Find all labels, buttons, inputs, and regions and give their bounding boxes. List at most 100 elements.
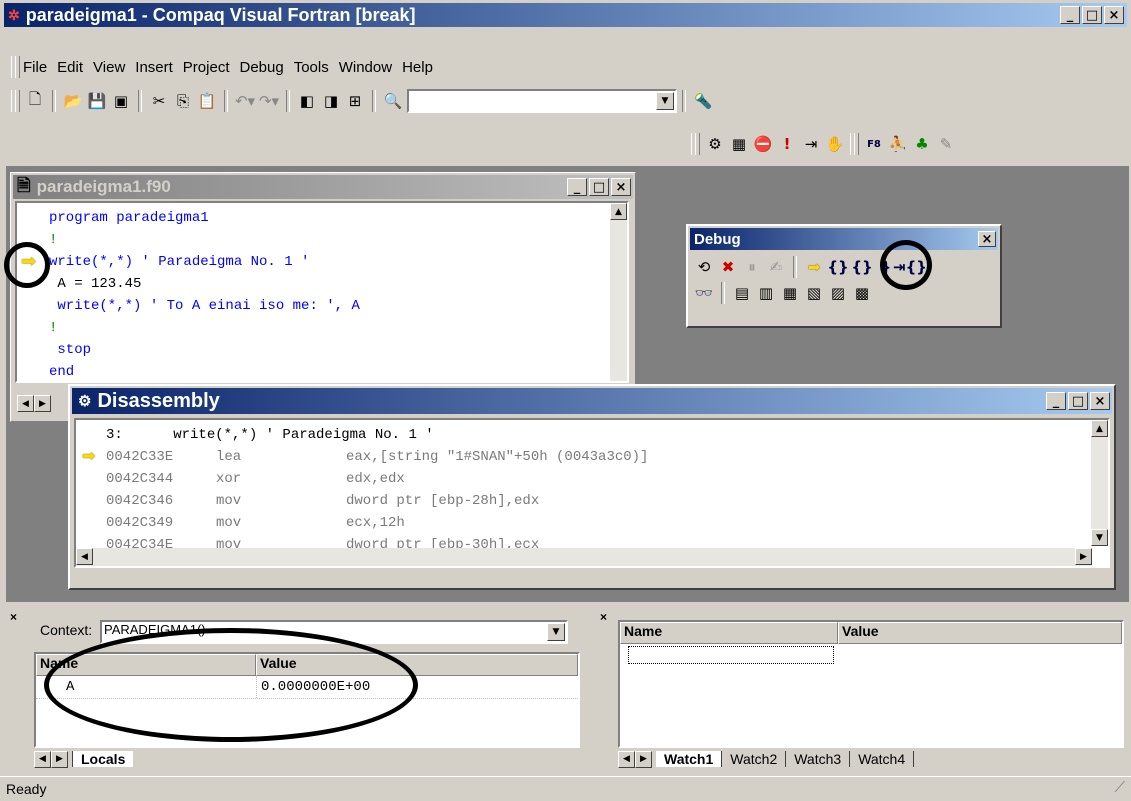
execute-icon[interactable]: ! bbox=[776, 133, 798, 155]
restart-icon[interactable]: ⟲ bbox=[693, 256, 715, 278]
build-icon[interactable]: ▦ bbox=[728, 133, 750, 155]
watch-new-entry[interactable] bbox=[628, 646, 834, 664]
find-combo-dropdown-icon[interactable]: ▼ bbox=[656, 92, 674, 110]
disassembly-op: mov bbox=[216, 515, 242, 531]
menu-item-view[interactable]: View bbox=[93, 59, 125, 76]
standard-toolbar: 🗋 📂 💾 ▣ ✂ ⎘ 📋 ↶▾ ↷▾ ◧ ◨ ⊞ 🔍 ▼ 🔦 bbox=[8, 87, 715, 115]
menu-item-file[interactable]: File bbox=[23, 59, 47, 76]
paste-icon[interactable]: 📋 bbox=[196, 90, 218, 112]
disassembly-maximize-button[interactable]: □ bbox=[1068, 392, 1088, 410]
tab-watch3[interactable]: Watch3 bbox=[786, 751, 851, 767]
apply-code-changes-icon[interactable]: ✍ bbox=[765, 256, 787, 278]
disassembly-horizontal-scrollbar[interactable]: ◀ ▶ bbox=[76, 548, 1092, 566]
context-dropdown-icon[interactable]: ▼ bbox=[547, 623, 565, 641]
window-title: paradeigma1 - Compaq Visual Fortran [bre… bbox=[25, 4, 416, 25]
close-button[interactable]: × bbox=[1104, 6, 1124, 24]
context-label: Context: bbox=[40, 622, 93, 638]
wizard-icon[interactable]: ⛹ bbox=[887, 133, 909, 155]
watch-col-value[interactable]: Value bbox=[838, 622, 1122, 644]
annotation-circle-step-into bbox=[880, 240, 932, 290]
quickwatch-icon[interactable]: 👓 bbox=[693, 282, 715, 304]
dis-scroll-left-icon[interactable]: ◀ bbox=[76, 548, 93, 565]
menu-item-window[interactable]: Window bbox=[339, 59, 392, 76]
menu-item-help[interactable]: Help bbox=[402, 59, 433, 76]
menu-item-debug[interactable]: Debug bbox=[239, 59, 283, 76]
save-all-icon[interactable]: ▣ bbox=[110, 90, 132, 112]
f8-icon[interactable]: F8 bbox=[863, 133, 885, 155]
memory-window-icon[interactable]: ▧ bbox=[803, 282, 825, 304]
debug-toolbar-close-button[interactable]: × bbox=[978, 231, 996, 247]
scroll-up-icon[interactable]: ▲ bbox=[610, 203, 627, 220]
go-icon[interactable]: ⇥ bbox=[800, 133, 822, 155]
compile-icon[interactable]: ⚙ bbox=[704, 133, 726, 155]
resize-grip-icon[interactable]: ⟋ bbox=[1114, 779, 1125, 796]
maximize-button[interactable]: □ bbox=[1082, 6, 1102, 24]
locals-tab-right-icon[interactable]: ▶ bbox=[51, 750, 68, 768]
watch-tab-right-icon[interactable]: ▶ bbox=[635, 750, 652, 768]
step-into-icon[interactable]: {} bbox=[827, 256, 849, 278]
disassembly-minimize-button[interactable]: _ bbox=[1046, 392, 1066, 410]
output-icon[interactable]: ◨ bbox=[320, 90, 342, 112]
editor-maximize-button[interactable]: □ bbox=[589, 178, 609, 196]
save-icon[interactable]: 💾 bbox=[86, 90, 108, 112]
dis-scroll-up-icon[interactable]: ▲ bbox=[1091, 420, 1108, 437]
stop-debugging-icon[interactable]: ✖ bbox=[717, 256, 739, 278]
find-in-files-icon[interactable]: 🔍 bbox=[382, 90, 404, 112]
disassembly-addr: 0042C33E bbox=[106, 449, 174, 465]
watch-pane-close-icon[interactable]: × bbox=[600, 610, 607, 624]
call-stack-window-icon[interactable]: ▨ bbox=[827, 282, 849, 304]
copy-icon[interactable]: ⎘ bbox=[172, 90, 194, 112]
new-file-icon[interactable]: 🗋 bbox=[24, 90, 46, 112]
status-text: Ready bbox=[6, 781, 47, 797]
disassembly-window-icon[interactable]: ▩ bbox=[851, 282, 873, 304]
watch-col-name[interactable]: Name bbox=[620, 622, 838, 644]
cut-icon[interactable]: ✂ bbox=[148, 90, 170, 112]
show-next-statement-icon[interactable]: ➡ bbox=[803, 256, 825, 278]
tree-icon[interactable]: ♣ bbox=[911, 133, 933, 155]
minimize-button[interactable]: _ bbox=[1060, 6, 1080, 24]
redo-icon[interactable]: ↷▾ bbox=[258, 90, 280, 112]
stop-build-icon[interactable]: ⛔ bbox=[752, 133, 774, 155]
disassembly-window: ⚙ Disassembly _ □ × 3: write(*,*) ' Para… bbox=[68, 384, 1116, 590]
watch-window-icon[interactable]: ▤ bbox=[731, 282, 753, 304]
code-line: stop bbox=[49, 342, 92, 358]
menu-item-insert[interactable]: Insert bbox=[135, 59, 173, 76]
menu-item-project[interactable]: Project bbox=[183, 59, 230, 76]
editor-vertical-scrollbar[interactable]: ▲ bbox=[610, 203, 627, 381]
dis-scroll-right-icon[interactable]: ▶ bbox=[1075, 548, 1092, 565]
menu-item-tools[interactable]: Tools bbox=[294, 59, 329, 76]
tab-locals[interactable]: Locals bbox=[72, 751, 134, 767]
find-icon[interactable]: 🔦 bbox=[692, 90, 714, 112]
disassembly-args: dword ptr [ebp-28h],edx bbox=[346, 493, 540, 509]
variables-window-icon[interactable]: ▥ bbox=[755, 282, 777, 304]
editor-minimize-button[interactable]: _ bbox=[567, 178, 587, 196]
tab-watch1[interactable]: Watch1 bbox=[656, 751, 723, 767]
tool-icon[interactable]: ✎ bbox=[935, 133, 957, 155]
build-toolbar: ⚙ ▦ ⛔ ! ⇥ ✋ F8 ⛹ ♣ ✎ bbox=[688, 130, 958, 158]
undo-icon[interactable]: ↶▾ bbox=[234, 90, 256, 112]
editor-close-button[interactable]: × bbox=[611, 178, 631, 196]
menu-item-edit[interactable]: Edit bbox=[57, 59, 83, 76]
menu-items: File Edit View Insert Project Debug Tools Windo… bbox=[23, 59, 443, 76]
watch-tab-left-icon[interactable]: ◀ bbox=[618, 750, 635, 768]
disassembly-vertical-scrollbar[interactable]: ▲ ▼ bbox=[1091, 420, 1108, 546]
code-line: A = 123.45 bbox=[49, 276, 142, 292]
variables-pane-close-icon[interactable]: × bbox=[10, 610, 17, 624]
dis-scroll-down-icon[interactable]: ▼ bbox=[1091, 529, 1108, 546]
scroll-right-icon[interactable]: ▶ bbox=[34, 395, 51, 412]
step-over-icon[interactable]: {} bbox=[851, 256, 873, 278]
registers-window-icon[interactable]: ▦ bbox=[779, 282, 801, 304]
status-bar: Ready ⟋ bbox=[0, 776, 1131, 801]
disassembly-close-button[interactable]: × bbox=[1090, 392, 1110, 410]
open-folder-icon[interactable]: 📂 bbox=[62, 90, 84, 112]
code-line: write(*,*) ' To A einai iso me: ', A bbox=[49, 298, 360, 314]
window-list-icon[interactable]: ⊞ bbox=[344, 90, 366, 112]
locals-tab-left-icon[interactable]: ◀ bbox=[34, 750, 51, 768]
break-execution-icon[interactable]: ⏸ bbox=[741, 256, 763, 278]
tab-watch4[interactable]: Watch4 bbox=[850, 751, 915, 767]
tab-watch2[interactable]: Watch2 bbox=[722, 751, 787, 767]
scroll-left-icon[interactable]: ◀ bbox=[17, 395, 34, 412]
breakpoint-hand-icon[interactable]: ✋ bbox=[824, 133, 846, 155]
find-combo[interactable]: ▼ bbox=[407, 89, 677, 113]
workspace-icon[interactable]: ◧ bbox=[296, 90, 318, 112]
